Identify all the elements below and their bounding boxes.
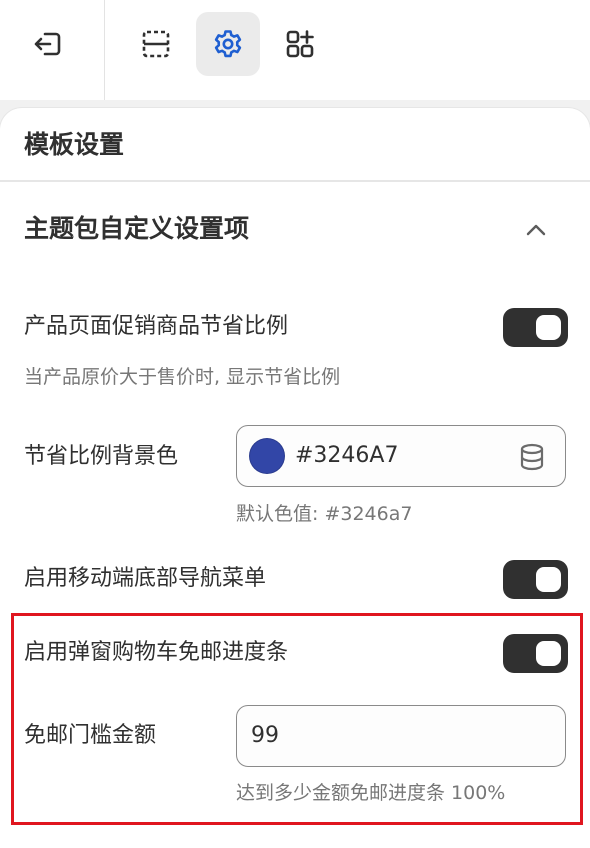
savings-ratio-toggle[interactable]	[503, 308, 568, 347]
toggle-knob	[536, 315, 561, 340]
cart-progress-label: 启用弹窗购物车免邮进度条	[24, 640, 289, 665]
sections-button[interactable]	[124, 12, 188, 76]
toggle-knob	[536, 567, 561, 592]
savings-bg-color-help: 默认色值: #3246a7	[236, 503, 413, 525]
panel-header: 模板设置	[0, 108, 590, 182]
savings-ratio-label: 产品页面促销商品节省比例	[24, 314, 289, 339]
exit-button[interactable]	[16, 12, 80, 76]
toggle-knob	[536, 641, 561, 666]
section-collapse-button[interactable]	[520, 214, 552, 246]
chevron-up-icon	[526, 224, 546, 236]
free-shipping-threshold-label: 免邮门槛金额	[24, 723, 157, 748]
threshold-value: 99	[251, 723, 279, 748]
gear-icon	[214, 30, 242, 58]
savings-ratio-help: 当产品原价大于售价时, 显示节省比例	[24, 366, 341, 388]
mobile-nav-label: 启用移动端底部导航菜单	[24, 566, 267, 591]
database-icon[interactable]	[519, 443, 545, 471]
apps-button[interactable]	[268, 12, 332, 76]
section-title: 主题包自定义设置项	[24, 214, 250, 243]
settings-panel: 模板设置 主题包自定义设置项 产品页面促销商品节省比例 当产品原价大于售价时, …	[0, 108, 590, 848]
mobile-nav-toggle[interactable]	[503, 560, 568, 599]
toolbar-divider	[104, 0, 105, 100]
color-swatch[interactable]	[249, 438, 285, 474]
cart-progress-toggle[interactable]	[503, 634, 568, 673]
savings-bg-color-field[interactable]: #3246A7	[236, 425, 566, 487]
apps-add-icon	[286, 30, 314, 58]
free-shipping-threshold-help: 达到多少金额免邮进度条 100%	[236, 782, 506, 804]
page-title: 模板设置	[24, 130, 125, 159]
savings-bg-color-label: 节省比例背景色	[24, 444, 179, 469]
free-shipping-threshold-input[interactable]: 99	[236, 705, 566, 767]
color-value: #3246A7	[295, 443, 399, 468]
exit-icon	[34, 32, 61, 56]
theme-settings-button[interactable]	[196, 12, 260, 76]
sections-icon	[142, 30, 170, 58]
top-toolbar	[0, 0, 590, 100]
